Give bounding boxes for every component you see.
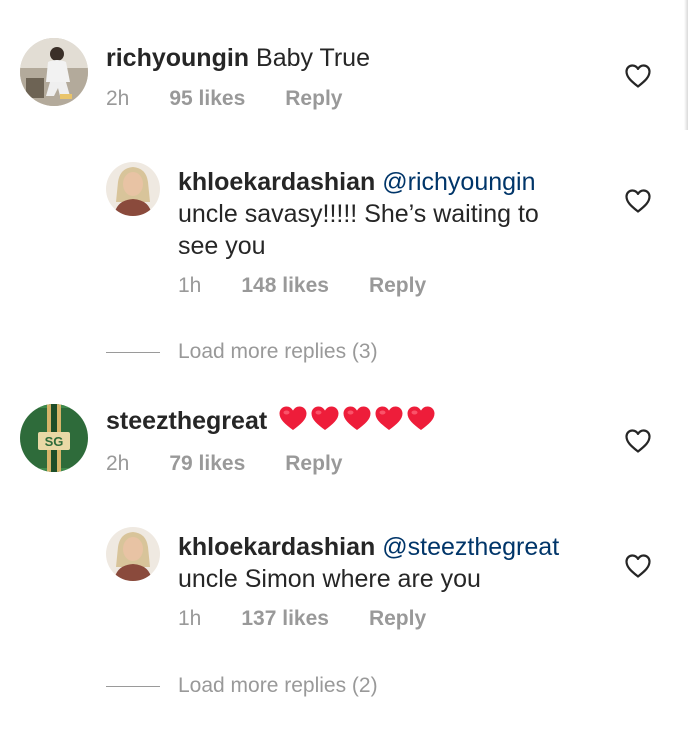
reply-likes[interactable]: 137 likes xyxy=(241,607,329,631)
reply-username[interactable]: khloekardashian xyxy=(178,168,375,196)
avatar-khloekardashian[interactable] xyxy=(106,527,160,581)
reply-mention[interactable]: @steezthegreat xyxy=(382,533,559,561)
like-heart-icon[interactable] xyxy=(624,63,652,89)
reply-button[interactable]: Reply xyxy=(369,607,426,631)
red-heart-emoji-icon xyxy=(407,406,435,430)
load-more-label[interactable]: Load more replies (3) xyxy=(178,340,378,364)
load-more-replies[interactable]: Load more replies (3) xyxy=(106,340,378,364)
avatar-khloekardashian[interactable] xyxy=(106,162,160,216)
like-heart-icon[interactable] xyxy=(624,553,652,579)
heart-emoji-row xyxy=(278,405,438,431)
reply-username[interactable]: khloekardashian xyxy=(178,533,375,561)
red-heart-emoji-icon xyxy=(279,406,307,430)
reply-button[interactable]: Reply xyxy=(369,274,426,298)
comment-likes[interactable]: 79 likes xyxy=(169,452,245,476)
comments-screen: richyoungin Baby True 2h 95 likes Reply … xyxy=(0,0,688,732)
reply-meta: 1h 137 likes Reply xyxy=(178,607,426,631)
avatar-steezthegreat[interactable]: SG xyxy=(20,404,88,472)
reply-time: 1h xyxy=(178,274,202,297)
reply-body-line1: uncle savasy!!!!! She’s waiting to xyxy=(178,200,539,228)
like-heart-icon[interactable] xyxy=(624,428,652,454)
comment-username[interactable]: richyoungin xyxy=(106,44,249,72)
reply-meta: 1h 148 likes Reply xyxy=(178,274,426,298)
comment-meta: 2h 95 likes Reply xyxy=(106,87,342,111)
comment-time: 2h xyxy=(106,87,130,110)
load-more-divider xyxy=(106,685,160,687)
red-heart-emoji-icon xyxy=(343,406,371,430)
scroll-edge xyxy=(684,0,688,130)
reply-text: khloekardashian @richyoungin uncle savas… xyxy=(178,166,539,262)
reply-likes[interactable]: 148 likes xyxy=(241,274,329,298)
comment-meta: 2h 79 likes Reply xyxy=(106,452,342,476)
load-more-label[interactable]: Load more replies (2) xyxy=(178,674,378,698)
comment-text: richyoungin Baby True xyxy=(106,42,370,74)
load-more-replies[interactable]: Load more replies (2) xyxy=(106,674,378,698)
reply-body-line1: uncle Simon where are you xyxy=(178,565,481,593)
comment-body: Baby True xyxy=(256,44,370,72)
red-heart-emoji-icon xyxy=(375,406,403,430)
reply-text: khloekardashian @steezthegreat uncle Sim… xyxy=(178,531,559,595)
reply-mention[interactable]: @richyoungin xyxy=(382,168,535,196)
comment-username[interactable]: steezthegreat xyxy=(106,407,267,435)
reply-body-line2: see you xyxy=(178,232,266,260)
comment-text: steezthegreat xyxy=(106,405,438,437)
load-more-divider xyxy=(106,351,160,353)
avatar-initials: SG xyxy=(45,434,64,449)
reply-button[interactable]: Reply xyxy=(285,452,342,476)
reply-button[interactable]: Reply xyxy=(285,87,342,111)
reply-time: 1h xyxy=(178,607,202,630)
red-heart-emoji-icon xyxy=(311,406,339,430)
like-heart-icon[interactable] xyxy=(624,188,652,214)
comment-time: 2h xyxy=(106,452,130,475)
comment-likes[interactable]: 95 likes xyxy=(169,87,245,111)
avatar-richyoungin[interactable] xyxy=(20,38,88,106)
